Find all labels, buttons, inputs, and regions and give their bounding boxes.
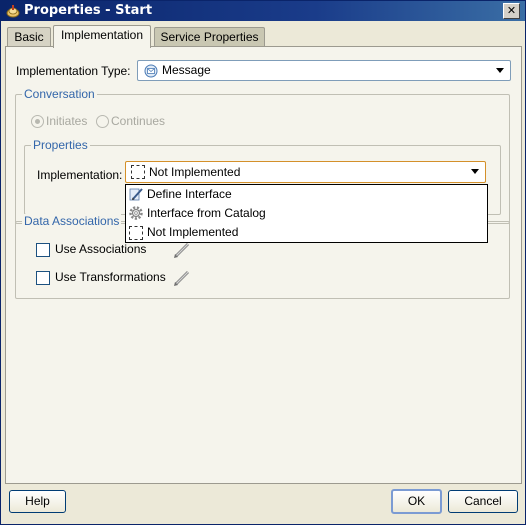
cancel-button[interactable]: Cancel <box>448 490 518 513</box>
conversation-group-title: Conversation <box>22 87 97 101</box>
ok-button-label: OK <box>407 494 426 508</box>
continues-radio[interactable] <box>96 115 109 128</box>
implementation-type-label: Implementation Type: <box>16 64 131 78</box>
option-not-implemented[interactable]: Not Implemented <box>126 223 487 242</box>
implementation-label: Implementation: <box>37 168 123 182</box>
implementation-panel: Implementation Type: Message Conversatio… <box>5 46 522 484</box>
tab-service-properties-label: Service Properties <box>160 30 259 44</box>
implementation-type-select[interactable]: Message <box>137 60 511 81</box>
data-associations-group-title: Data Associations <box>22 214 122 228</box>
dashed-box-icon <box>129 226 143 240</box>
gear-icon <box>129 206 143 220</box>
implementation-select[interactable]: Not Implemented <box>125 161 486 183</box>
edit-associations-pencil-icon[interactable] <box>172 240 192 260</box>
properties-dialog: Properties - Start ✕ Basic Implementatio… <box>0 0 526 525</box>
help-button[interactable]: Help <box>9 490 66 513</box>
chevron-down-icon <box>496 68 504 73</box>
use-associations-checkbox[interactable] <box>36 243 50 257</box>
help-button-label: Help <box>25 494 50 508</box>
use-associations-label: Use Associations <box>55 242 147 256</box>
option-define-interface[interactable]: Define Interface <box>126 185 487 204</box>
close-icon: ✕ <box>506 4 517 17</box>
use-transformations-checkbox[interactable] <box>36 271 50 285</box>
initiates-radio[interactable] <box>31 115 44 128</box>
dashed-box-icon <box>131 165 145 179</box>
option-label: Define Interface <box>147 187 232 201</box>
implementation-dropdown-list: Define Interface Interface from Catalog … <box>125 184 488 243</box>
tab-service-properties[interactable]: Service Properties <box>154 27 265 47</box>
implementation-value: Not Implemented <box>149 165 241 179</box>
properties-group-title: Properties <box>31 138 90 152</box>
message-icon <box>144 64 158 78</box>
continues-label: Continues <box>111 114 166 128</box>
initiates-label: Initiates <box>46 114 88 128</box>
close-button[interactable]: ✕ <box>503 3 520 19</box>
tab-implementation-label: Implementation <box>60 28 144 42</box>
tab-basic-label: Basic <box>14 30 44 44</box>
cancel-button-label: Cancel <box>464 494 502 508</box>
implementation-type-value: Message <box>162 63 211 77</box>
ok-button[interactable]: OK <box>391 489 442 514</box>
use-transformations-label: Use Transformations <box>55 270 166 284</box>
edit-transformations-pencil-icon[interactable] <box>172 268 192 288</box>
chevron-down-icon <box>471 169 479 174</box>
option-label: Interface from Catalog <box>147 206 266 220</box>
option-interface-from-catalog[interactable]: Interface from Catalog <box>126 204 487 223</box>
tab-basic[interactable]: Basic <box>7 27 51 47</box>
option-label: Not Implemented <box>147 225 239 239</box>
app-icon <box>6 5 20 18</box>
window-title: Properties - Start <box>24 3 153 18</box>
title-bar[interactable]: Properties - Start ✕ <box>1 1 525 21</box>
define-interface-icon <box>129 188 143 201</box>
tab-implementation[interactable]: Implementation <box>53 25 151 48</box>
